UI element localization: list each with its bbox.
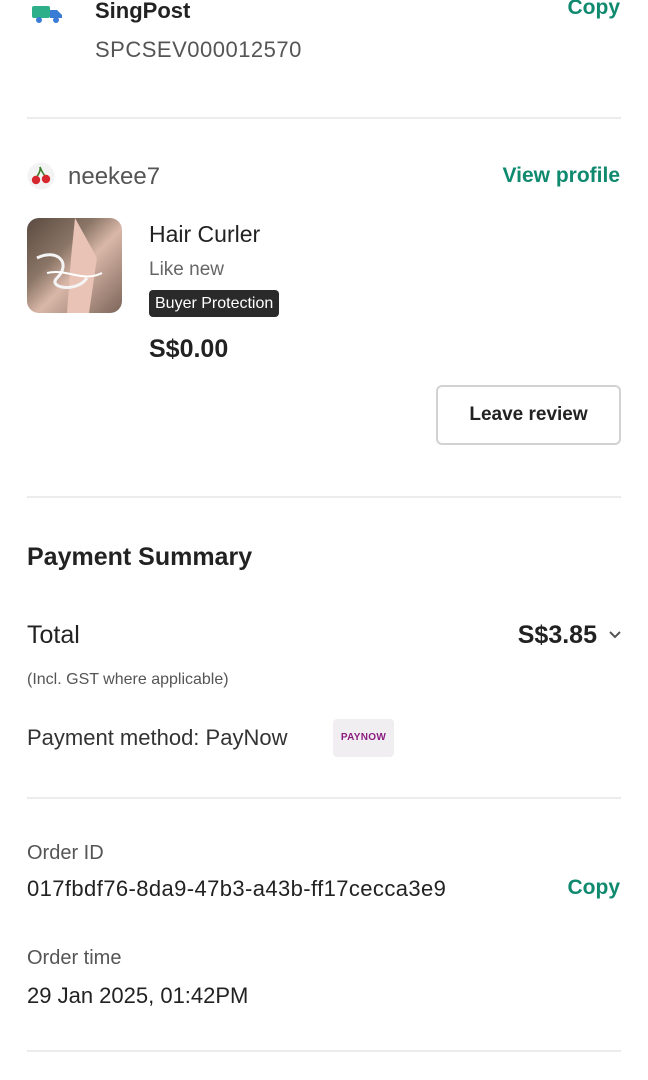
copy-order-id-button[interactable]: Copy bbox=[568, 876, 621, 900]
total-value[interactable]: S$3.85 bbox=[518, 621, 597, 650]
leave-review-button[interactable]: Leave review bbox=[436, 385, 621, 445]
copy-tracking-button[interactable]: Copy bbox=[568, 0, 621, 20]
order-id-label: Order ID bbox=[27, 842, 104, 864]
item-price: S$0.00 bbox=[149, 335, 229, 363]
order-time-value: 29 Jan 2025, 01:42PM bbox=[27, 983, 249, 1008]
divider bbox=[27, 117, 621, 119]
divider bbox=[27, 1050, 621, 1052]
item-title[interactable]: Hair Curler bbox=[149, 221, 260, 248]
item-thumbnail[interactable] bbox=[27, 218, 122, 313]
item-condition: Like new bbox=[149, 259, 224, 280]
buyer-protection-badge: Buyer Protection bbox=[149, 290, 280, 317]
carrier-name: SingPost bbox=[95, 0, 191, 23]
gst-note: (Incl. GST where applicable) bbox=[27, 671, 229, 688]
order-time-label: Order time bbox=[27, 947, 122, 969]
cherry-icon bbox=[27, 162, 55, 190]
paynow-logo: PAYNOW bbox=[333, 719, 394, 757]
seller-username[interactable]: neekee7 bbox=[68, 163, 160, 191]
total-label: Total bbox=[27, 621, 80, 649]
payment-method: Payment method: PayNow bbox=[27, 725, 288, 750]
divider bbox=[27, 496, 621, 498]
divider bbox=[27, 797, 621, 799]
chevron-down-icon[interactable] bbox=[606, 628, 624, 642]
order-id-value: 017fbdf76-8da9-47b3-a43b-ff17cecca3e9 bbox=[27, 876, 447, 901]
payment-summary-title: Payment Summary bbox=[27, 543, 253, 571]
view-profile-link[interactable]: View profile bbox=[503, 164, 620, 188]
tracking-number: SPCSEV000012570 bbox=[95, 37, 302, 62]
truck-icon bbox=[32, 4, 64, 24]
